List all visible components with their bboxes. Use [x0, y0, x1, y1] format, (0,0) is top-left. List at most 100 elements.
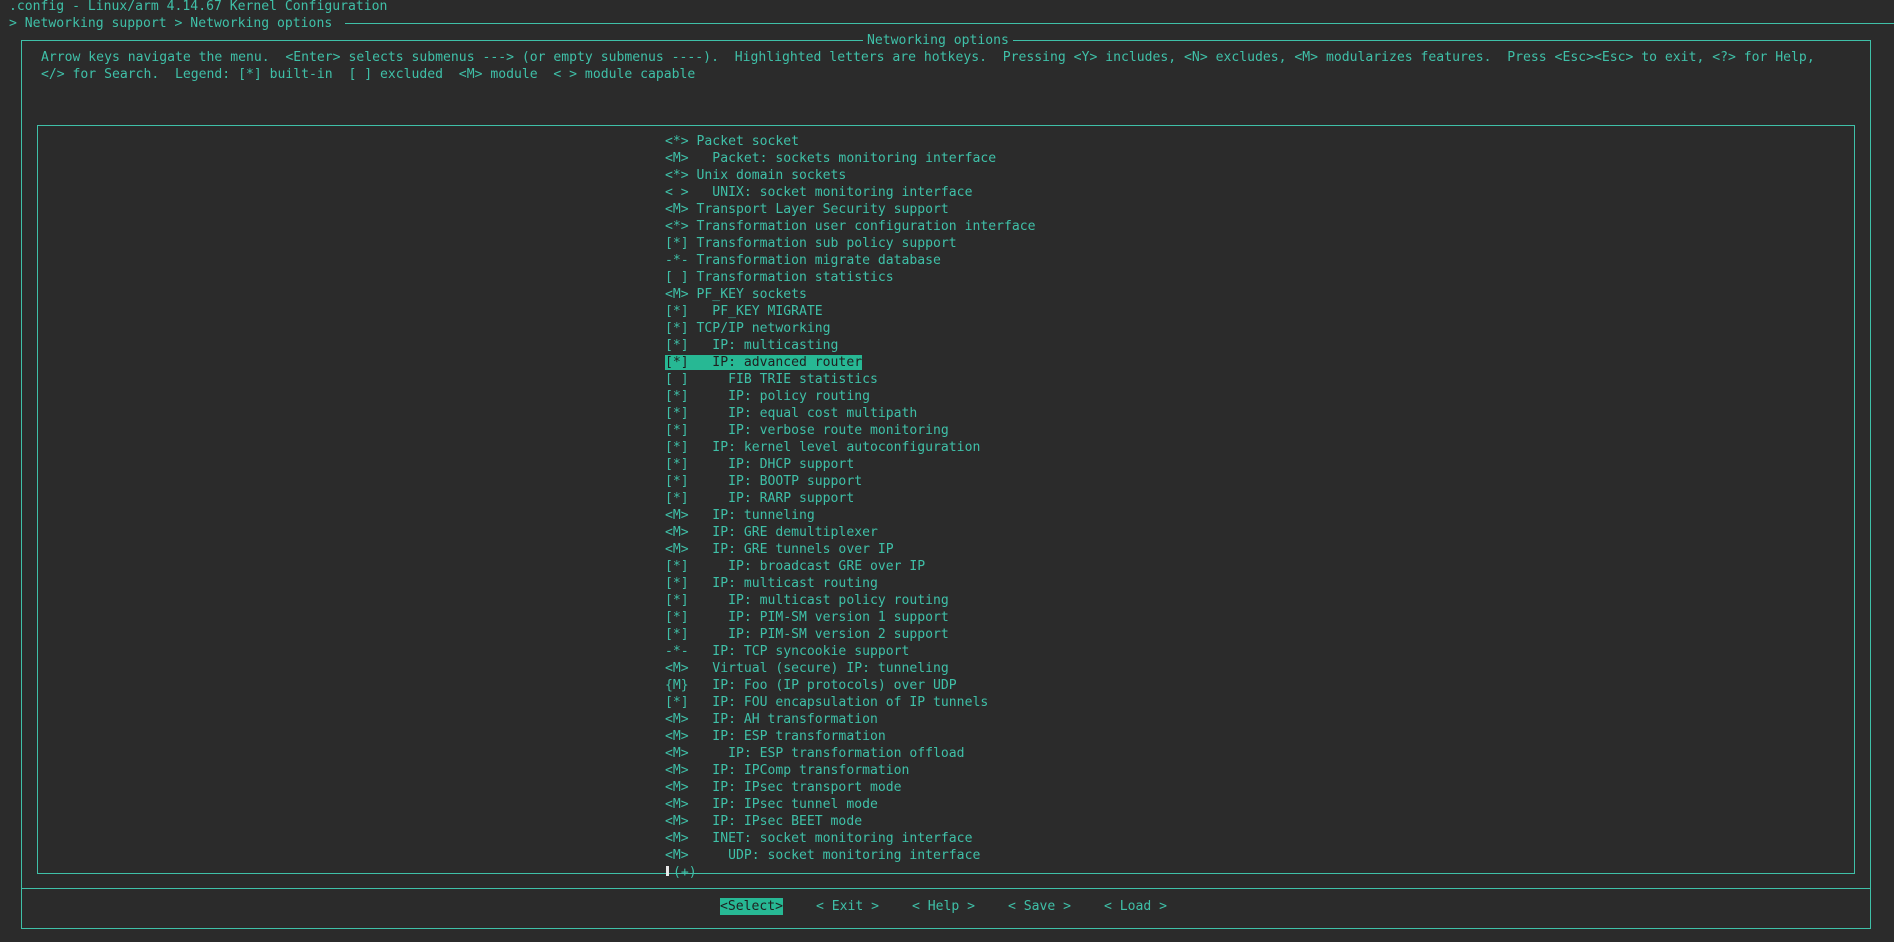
menu-item[interactable]: [*] IP: kernel level autoconfiguration [665, 439, 980, 456]
menu-item-content: [*] IP: multicast policy routing [665, 593, 949, 608]
menu-item[interactable]: [ ] Transformation statistics [665, 269, 894, 286]
menu-item[interactable]: <M> Virtual (secure) IP: tunneling [665, 660, 949, 677]
menu-item-label: IP: advanced router [688, 355, 863, 370]
menu-item[interactable]: <M> IP: AH transformation [665, 711, 878, 728]
menu-item[interactable]: -*- Transformation migrate database [665, 252, 941, 269]
menu-item[interactable]: <*> Transformation user configuration in… [665, 218, 1036, 235]
menu-item[interactable]: [*] IP: multicast policy routing [665, 592, 949, 609]
menu-item-state: [*] [665, 406, 689, 421]
menu-item[interactable]: [*] IP: equal cost multipath [665, 405, 917, 422]
menu-item[interactable]: [*] IP: broadcast GRE over IP [665, 558, 925, 575]
menu-item-state: [*] [665, 610, 689, 625]
menu-item[interactable]: [*] IP: DHCP support [665, 456, 854, 473]
menu-item[interactable]: <*> Unix domain sockets [665, 167, 846, 184]
button-separator [22, 888, 1870, 889]
menu-item-content: <M> IP: AH transformation [665, 712, 878, 727]
menu-item[interactable]: <*> Packet socket [665, 133, 799, 150]
menu-item[interactable]: [*] Transformation sub policy support [665, 235, 957, 252]
save-button[interactable]: < Save > [1008, 898, 1071, 915]
menu-item-content: [*] IP: PIM-SM version 1 support [665, 610, 949, 625]
menu-item-state: [*] [665, 355, 689, 370]
menu-item-label: IP: tunneling [688, 508, 815, 523]
menu-item-label: IP: AH transformation [688, 712, 878, 727]
menu-item-label: PF_KEY sockets [688, 287, 807, 302]
menu-item[interactable]: <M> IP: ESP transformation [665, 728, 886, 745]
menu-item-state: [*] [665, 389, 689, 404]
menu-item-content: <*> Transformation user configuration in… [665, 219, 1036, 234]
menu-item-content: {M} IP: Foo (IP protocols) over UDP [665, 678, 957, 693]
menu-item[interactable]: <M> Packet: sockets monitoring interface [665, 150, 996, 167]
menu-item-label: IP: verbose route monitoring [688, 423, 949, 438]
menu-item-state: [*] [665, 474, 689, 489]
menu-item[interactable]: [*] IP: advanced router [665, 354, 863, 371]
menu-item[interactable]: [*] IP: FOU encapsulation of IP tunnels [665, 694, 988, 711]
menu-item[interactable]: <M> IP: IPComp transformation [665, 762, 909, 779]
menu-item-content: [*] IP: kernel level autoconfiguration [665, 440, 980, 455]
menu-item-state: <*> [665, 168, 689, 183]
help-button[interactable]: < Help > [912, 898, 975, 915]
menu-item[interactable]: < > UNIX: socket monitoring interface [665, 184, 972, 201]
menu-item[interactable]: <M> IP: IPsec transport mode [665, 779, 902, 796]
menu-item-content: <M> IP: GRE demultiplexer [665, 525, 878, 540]
menu-item[interactable]: [*] TCP/IP networking [665, 320, 831, 337]
menu-item[interactable]: -*- IP: TCP syncookie support [665, 643, 909, 660]
menu-item[interactable]: [*] IP: multicasting [665, 337, 838, 354]
menu-item-content: <M> IP: IPComp transformation [665, 763, 909, 778]
menu-item-label: Packet: sockets monitoring interface [688, 151, 997, 166]
menu-item-state: <M> [665, 780, 689, 795]
menu-item[interactable]: <M> IP: tunneling [665, 507, 815, 524]
menu-item-content: [*] IP: advanced router [665, 355, 863, 370]
menu-item-label: IP: PIM-SM version 1 support [688, 610, 949, 625]
menu-item-content: <M> IP: GRE tunnels over IP [665, 542, 894, 557]
exit-button[interactable]: < Exit > [816, 898, 879, 915]
menu-item-label: IP: multicast policy routing [688, 593, 949, 608]
menu-item-label: Virtual (secure) IP: tunneling [688, 661, 949, 676]
menu-item-state: <M> [665, 797, 689, 812]
menu-item-label: IP: multicasting [688, 338, 839, 353]
menu-item-label: IP: PIM-SM version 2 support [688, 627, 949, 642]
menu-item-state: [*] [665, 236, 689, 251]
menu-item[interactable]: <M> UDP: socket monitoring interface [665, 847, 980, 864]
menu-item-content: [*] IP: verbose route monitoring [665, 423, 949, 438]
menu-item-label: IP: GRE tunnels over IP [688, 542, 894, 557]
menu-item[interactable]: [*] IP: RARP support [665, 490, 854, 507]
menu-item-content: [*] IP: policy routing [665, 389, 870, 404]
menu-item[interactable]: <M> IP: GRE tunnels over IP [665, 541, 894, 558]
menu-item-label: IP: Foo (IP protocols) over UDP [688, 678, 957, 693]
select-button[interactable]: <Select> [720, 898, 784, 915]
menu-item[interactable]: [*] IP: PIM-SM version 1 support [665, 609, 949, 626]
menu-item-content: [*] IP: FOU encapsulation of IP tunnels [665, 695, 988, 710]
dialog-title: Networking options [863, 32, 1013, 49]
menu-item[interactable]: <M> IP: IPsec tunnel mode [665, 796, 878, 813]
menu-item[interactable]: [ ] FIB TRIE statistics [665, 371, 878, 388]
breadcrumb-rule [345, 23, 1894, 24]
window-title: .config - Linux/arm 4.14.67 Kernel Confi… [9, 0, 388, 14]
menu-item-label: PF_KEY MIGRATE [688, 304, 823, 319]
menu-item[interactable]: [*] IP: verbose route monitoring [665, 422, 949, 439]
menu-item[interactable]: [*] IP: multicast routing [665, 575, 878, 592]
menu-item-content: [*] IP: multicast routing [665, 576, 878, 591]
menu-item-content: < > UNIX: socket monitoring interface [665, 185, 972, 200]
menu-item[interactable]: {M} IP: Foo (IP protocols) over UDP [665, 677, 957, 694]
menu-item[interactable]: <M> IP: ESP transformation offload [665, 745, 965, 762]
menu-item[interactable]: [*] IP: BOOTP support [665, 473, 862, 490]
menu-item-content: <M> Virtual (secure) IP: tunneling [665, 661, 949, 676]
menu-item-label: IP: policy routing [688, 389, 870, 404]
menu-item-label: Transformation migrate database [688, 253, 941, 268]
menu-item-label: IP: IPsec transport mode [688, 780, 902, 795]
load-button[interactable]: < Load > [1104, 898, 1167, 915]
menu-item[interactable]: <M> Transport Layer Security support [665, 201, 949, 218]
menu-item[interactable]: [*] PF_KEY MIGRATE [665, 303, 823, 320]
menu-item[interactable]: <M> IP: GRE demultiplexer [665, 524, 878, 541]
menu-item-label: IP: equal cost multipath [688, 406, 918, 421]
menu-item[interactable]: <M> PF_KEY sockets [665, 286, 807, 303]
menu-item[interactable]: <M> INET: socket monitoring interface [665, 830, 972, 847]
menu-item-label: IP: IPsec tunnel mode [688, 797, 878, 812]
menu-item-state: <M> [665, 508, 689, 523]
menu-item-content: <M> IP: IPsec transport mode [665, 780, 902, 795]
menu-item[interactable]: [*] IP: policy routing [665, 388, 870, 405]
menu-item-label: IP: kernel level autoconfiguration [688, 440, 981, 455]
menu-item[interactable]: <M> IP: IPsec BEET mode [665, 813, 862, 830]
menu-item[interactable]: [*] IP: PIM-SM version 2 support [665, 626, 949, 643]
menu-item-state: <*> [665, 134, 689, 149]
